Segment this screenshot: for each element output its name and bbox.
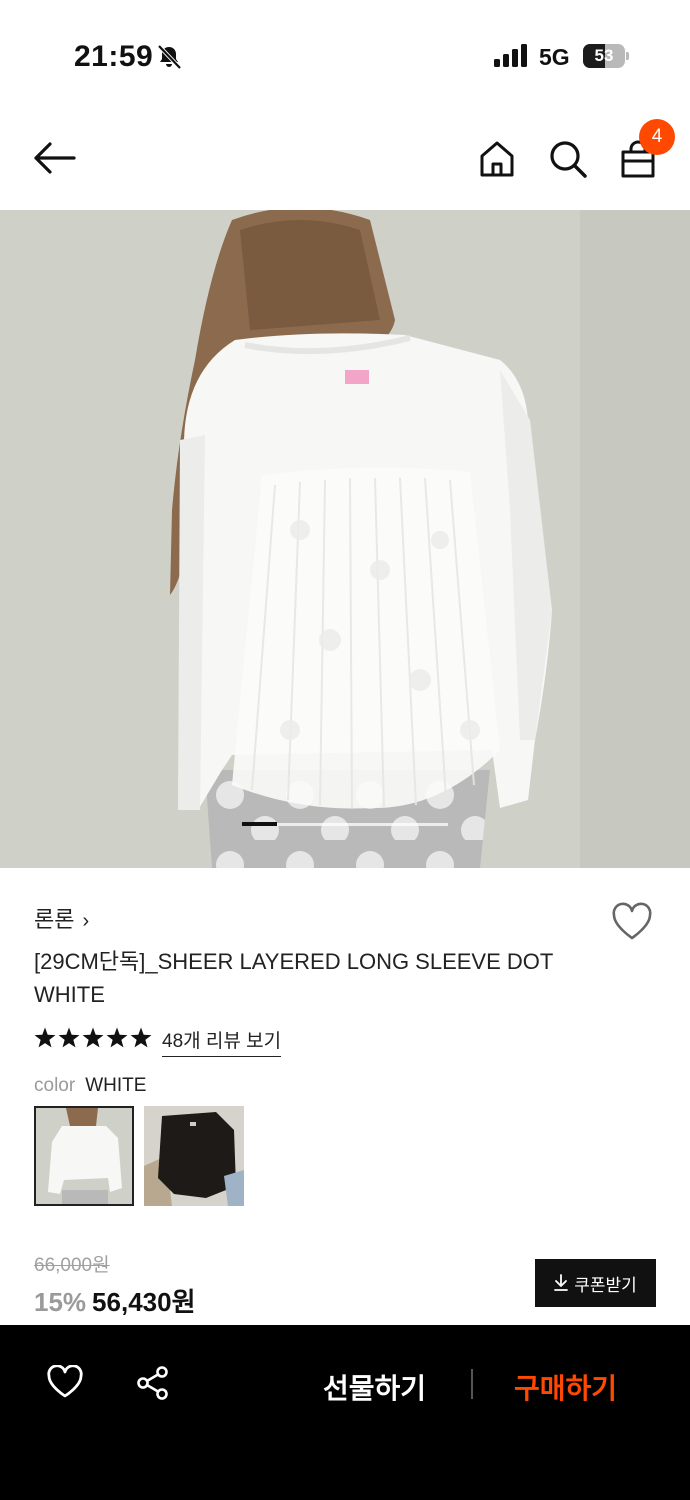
carousel-progress-track <box>242 822 448 826</box>
status-bar: 21:59 5G 53 <box>0 0 690 110</box>
status-time: 21:59 <box>74 40 154 73</box>
like-heart-icon[interactable] <box>46 1365 84 1399</box>
bottom-action-bar: 선물하기 구매하기 <box>0 1325 690 1500</box>
carousel-progress-indicator <box>242 822 277 826</box>
buy-button[interactable]: 구매하기 <box>514 1367 617 1407</box>
rating-stars <box>34 1027 152 1048</box>
review-link[interactable]: 48개 리뷰 보기 <box>162 1026 282 1057</box>
star-icon <box>58 1027 80 1048</box>
battery-icon: 53 <box>583 44 629 68</box>
signal-icon <box>494 44 527 67</box>
brand-name: 론론 <box>34 907 75 932</box>
star-icon <box>34 1027 56 1048</box>
color-swatch-white[interactable] <box>34 1106 134 1206</box>
original-price: 66,000원 <box>34 1255 110 1276</box>
chevron-right-icon: › <box>82 910 90 932</box>
top-nav <box>0 110 690 210</box>
product-photo <box>0 210 690 868</box>
home-icon[interactable] <box>476 138 518 180</box>
color-swatch-black[interactable] <box>144 1106 244 1206</box>
brand-link[interactable]: 론론 › <box>34 902 89 934</box>
discount-rate: 15% <box>34 1287 87 1317</box>
divider <box>471 1369 473 1399</box>
battery-percent: 53 <box>594 46 614 65</box>
wishlist-heart-icon[interactable] <box>610 902 654 942</box>
download-icon <box>554 1274 569 1291</box>
star-icon <box>106 1027 128 1048</box>
network-label: 5G <box>539 44 570 70</box>
back-arrow-icon[interactable] <box>30 138 78 178</box>
star-icon <box>130 1027 152 1048</box>
color-label: color <box>34 1075 76 1096</box>
coupon-download-button[interactable]: 쿠폰받기 <box>535 1259 656 1307</box>
color-selector-label: color WHITE <box>34 1075 146 1097</box>
product-title: [29CM단독]_SHEER LAYERED LONG SLEEVE DOT W… <box>34 949 553 1007</box>
product-image-carousel[interactable] <box>0 210 690 868</box>
color-value: WHITE <box>85 1075 147 1096</box>
price-row: 15% 56,430원 <box>34 1282 196 1319</box>
share-icon[interactable] <box>135 1365 171 1401</box>
sale-price: 56,430원 <box>92 1287 196 1317</box>
star-icon <box>82 1027 104 1048</box>
search-icon[interactable] <box>547 138 589 180</box>
cart-count-badge: 4 <box>639 119 675 155</box>
gift-button[interactable]: 선물하기 <box>323 1367 426 1407</box>
bell-off-icon <box>157 44 182 70</box>
coupon-label: 쿠폰받기 <box>574 1275 637 1295</box>
